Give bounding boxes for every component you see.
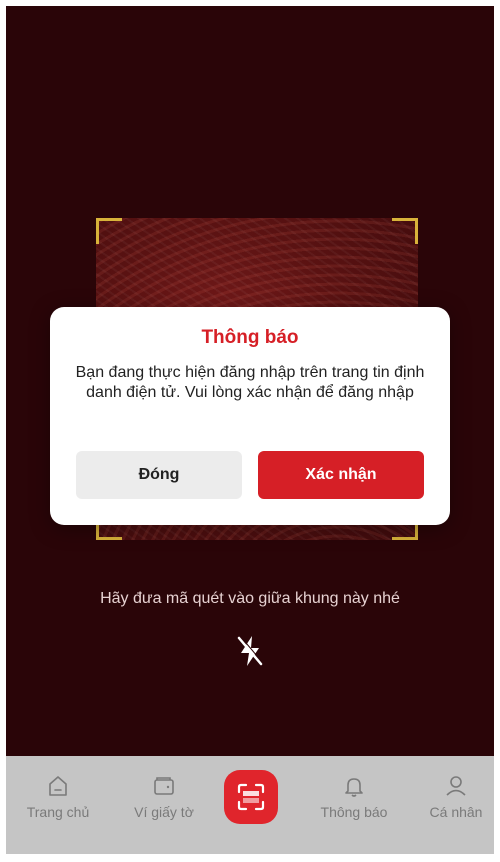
notification-dialog: Thông báo Bạn đang thực hiện đăng nhập t… [50,307,450,525]
scan-hint: Hãy đưa mã quét vào giữa khung này nhé [100,590,400,607]
tab-label: Trang chủ [26,804,90,820]
frame-corner-top-left [96,218,122,244]
dialog-title: Thông báo [201,327,299,348]
home-icon [49,776,67,796]
wallet-icon [154,777,174,795]
dialog-message: Bạn đang thực hiện đăng nhập trên trang … [75,364,425,401]
tab-label: Ví giấy tờ [134,804,194,820]
tab-profile[interactable]: Cá nhân [410,774,500,820]
bell-icon [345,778,363,797]
close-button[interactable]: Đóng [76,451,242,499]
frame-corner-top-right [392,218,418,244]
tab-home[interactable]: Trang chủ [12,774,104,820]
tab-notifications[interactable]: Thông báo [308,774,400,820]
dialog-actions: Đóng Xác nhận [76,451,424,499]
tab-label: Cá nhân [429,804,483,820]
bottom-tab-bar: Trang chủ Ví giấy tờ Thông báo Cá nhân [6,756,494,854]
scan-button[interactable] [224,770,278,824]
tab-label: Thông báo [320,804,388,820]
confirm-button[interactable]: Xác nhận [258,451,424,499]
person-icon [446,776,466,796]
scan-icon [237,783,265,811]
flash-off-icon[interactable] [235,634,265,668]
tab-wallet[interactable]: Ví giấy tờ [118,774,210,820]
